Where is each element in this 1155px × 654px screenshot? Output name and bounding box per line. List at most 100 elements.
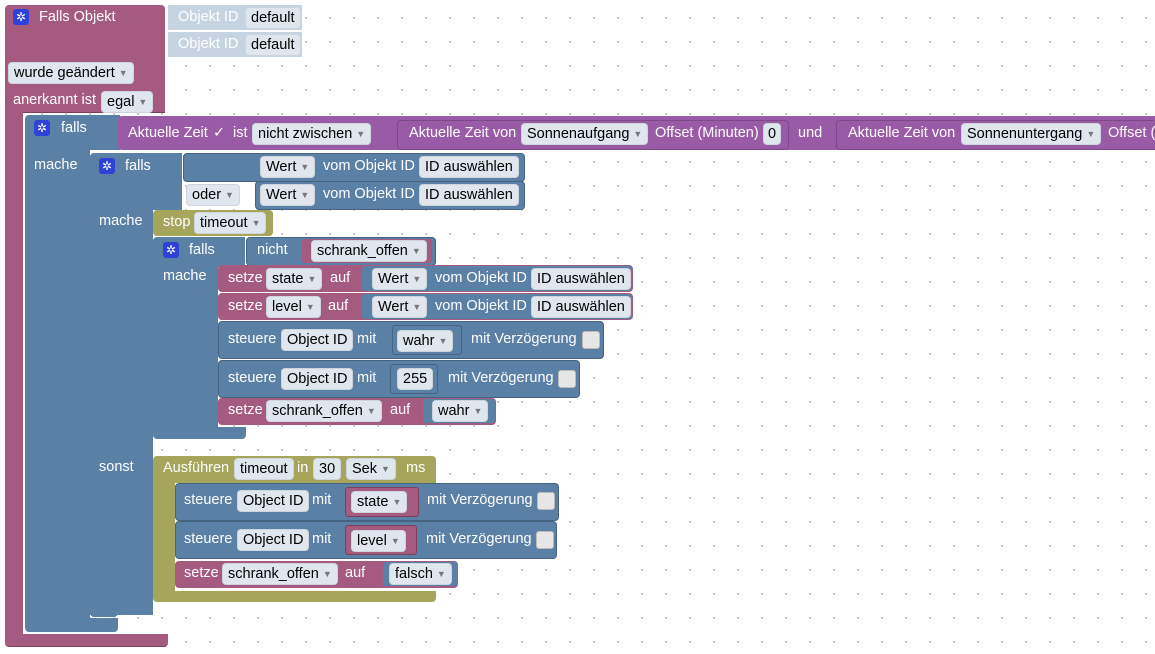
delay-checkbox[interactable] (558, 370, 576, 388)
dropdown-arrow-icon: ▼ (390, 536, 400, 546)
event-block-footer (5, 634, 168, 647)
state-prop-dropdown[interactable]: Wert ▼ (372, 268, 428, 290)
ack-value: egal (107, 94, 135, 110)
cond1-prop-dropdown[interactable]: Wert ▼ (260, 156, 316, 178)
stop-name: timeout (200, 215, 248, 231)
state-value-text: vom Objekt ID (435, 270, 527, 286)
oder-value: oder (192, 187, 222, 203)
changed-dropdown[interactable]: wurde geändert ▼ (8, 62, 134, 84)
setze-label: setze (228, 270, 263, 286)
dropdown-arrow-icon: ▼ (300, 190, 310, 200)
object-id-value[interactable]: default (245, 7, 301, 29)
time-label: Aktuelle Zeit (128, 125, 208, 141)
dropdown-arrow-icon: ▼ (438, 336, 448, 346)
ctrl1-value-dropdown[interactable]: wahr ▼ (397, 330, 454, 352)
ack-dropdown[interactable]: egal ▼ (101, 91, 154, 113)
state-id-field[interactable]: ID auswählen (531, 268, 631, 290)
flag-false-var: schrank_offen (228, 566, 319, 582)
time-from-label: Aktuelle Zeit von (409, 125, 517, 141)
ctrl2-object-field[interactable]: Object ID (281, 368, 354, 390)
sunrise-dropdown[interactable]: Sonnenaufgang ▼ (521, 123, 649, 145)
setze-label: setze (184, 565, 219, 581)
ctrl-level-object-field[interactable]: Object ID (237, 529, 310, 551)
dropdown-arrow-icon: ▼ (356, 129, 366, 139)
ist-label: ist (233, 125, 248, 141)
state-var-dropdown[interactable]: state ▼ (266, 268, 323, 290)
timeout-unit-dropdown[interactable]: Sek ▼ (346, 458, 396, 480)
gear-icon[interactable]: ✲ (99, 158, 115, 174)
auf-label: auf (390, 402, 411, 418)
nested-if-spine (153, 265, 218, 435)
var-dropdown[interactable]: schrank_offen ▼ (311, 240, 427, 262)
ctrl-state-object-field[interactable]: Object ID (237, 490, 310, 512)
oder-dropdown[interactable]: oder ▼ (186, 184, 240, 206)
mit-label: mit (312, 492, 332, 508)
stop-name-dropdown[interactable]: timeout ▼ (194, 212, 267, 234)
level-id-field[interactable]: ID auswählen (531, 296, 631, 318)
ctrl1-object-field[interactable]: Object ID (281, 329, 354, 351)
steuere-label: steuere (228, 370, 277, 386)
nested-if-falls: falls (189, 242, 215, 258)
compare-op-dropdown[interactable]: nicht zwischen ▼ (252, 123, 372, 145)
auf-label: auf (328, 298, 349, 314)
inner-if-mache: mache (99, 213, 143, 229)
nested-if-mache: mache (163, 268, 207, 284)
time-checkbox[interactable]: ✓ (213, 122, 225, 144)
flag-value-dropdown[interactable]: wahr ▼ (432, 400, 489, 422)
cond1-prop: Wert (266, 159, 297, 175)
offset-value[interactable]: 0 (763, 123, 782, 145)
ack-label: anerkannt ist (13, 92, 97, 108)
cond1-id-field[interactable]: ID auswählen (419, 156, 519, 178)
flag-false-var-dropdown[interactable]: schrank_offen ▼ (222, 563, 338, 585)
object-id-label: Objekt ID (178, 9, 239, 25)
mit-label: mit (357, 331, 377, 347)
dropdown-arrow-icon: ▼ (322, 569, 332, 579)
delay-checkbox[interactable] (582, 331, 600, 349)
delay-checkbox[interactable] (537, 492, 555, 510)
sunrise-value: Sonnenaufgang (527, 126, 630, 142)
flag-var-dropdown[interactable]: schrank_offen ▼ (266, 400, 382, 422)
steuere-label: steuere (184, 492, 233, 508)
gear-icon[interactable]: ✲ (34, 120, 50, 136)
mit-label: mit (357, 370, 377, 386)
auf-label: auf (345, 565, 366, 581)
cond2-text: vom Objekt ID (323, 186, 415, 202)
setze-label: setze (228, 402, 263, 418)
auf-label: auf (330, 270, 351, 286)
outer-if-falls: falls (61, 120, 87, 136)
level-var: level (272, 299, 302, 315)
ctrl-state-var-dropdown[interactable]: state ▼ (351, 491, 408, 513)
delay-checkbox[interactable] (536, 531, 554, 549)
dropdown-arrow-icon: ▼ (436, 569, 446, 579)
timeout-value-field[interactable]: 30 (313, 458, 342, 480)
cond2-prop: Wert (266, 187, 297, 203)
in-label: in (297, 460, 309, 476)
delay-label: mit Verzögerung (471, 331, 577, 347)
flag-false-value-dropdown[interactable]: falsch ▼ (389, 563, 452, 585)
ctrl-level-var-dropdown[interactable]: level ▼ (351, 530, 406, 552)
dropdown-arrow-icon: ▼ (412, 274, 422, 284)
offset-label-2: Offset (Minuten) (1108, 125, 1155, 141)
mit-label: mit (312, 531, 332, 547)
dropdown-arrow-icon: ▼ (411, 246, 421, 256)
inner-if-falls: falls (125, 158, 151, 174)
dropdown-arrow-icon: ▼ (307, 274, 317, 284)
level-var-dropdown[interactable]: level ▼ (266, 296, 321, 318)
timeout-name-field[interactable]: timeout (234, 458, 294, 480)
cond2-id-field[interactable]: ID auswählen (419, 184, 519, 206)
outer-if-footer (25, 618, 118, 632)
gear-icon[interactable]: ✲ (163, 242, 179, 258)
var-name: schrank_offen (317, 243, 408, 259)
object-id-label: Objekt ID (178, 36, 239, 52)
compare-op-value: nicht zwischen (258, 126, 353, 142)
outer-if-spine (25, 148, 90, 623)
level-prop-dropdown[interactable]: Wert ▼ (372, 296, 428, 318)
ctrl2-value-field[interactable]: 255 (397, 368, 434, 390)
object-id-value[interactable]: default (245, 34, 301, 56)
nicht-label: nicht (257, 242, 288, 258)
gear-icon[interactable]: ✲ (13, 9, 29, 25)
event-block-spine (5, 110, 23, 636)
sunset-dropdown[interactable]: Sonnenuntergang ▼ (961, 123, 1102, 145)
cond2-prop-dropdown[interactable]: Wert ▼ (260, 184, 316, 206)
flag-false-value: falsch (395, 566, 433, 582)
